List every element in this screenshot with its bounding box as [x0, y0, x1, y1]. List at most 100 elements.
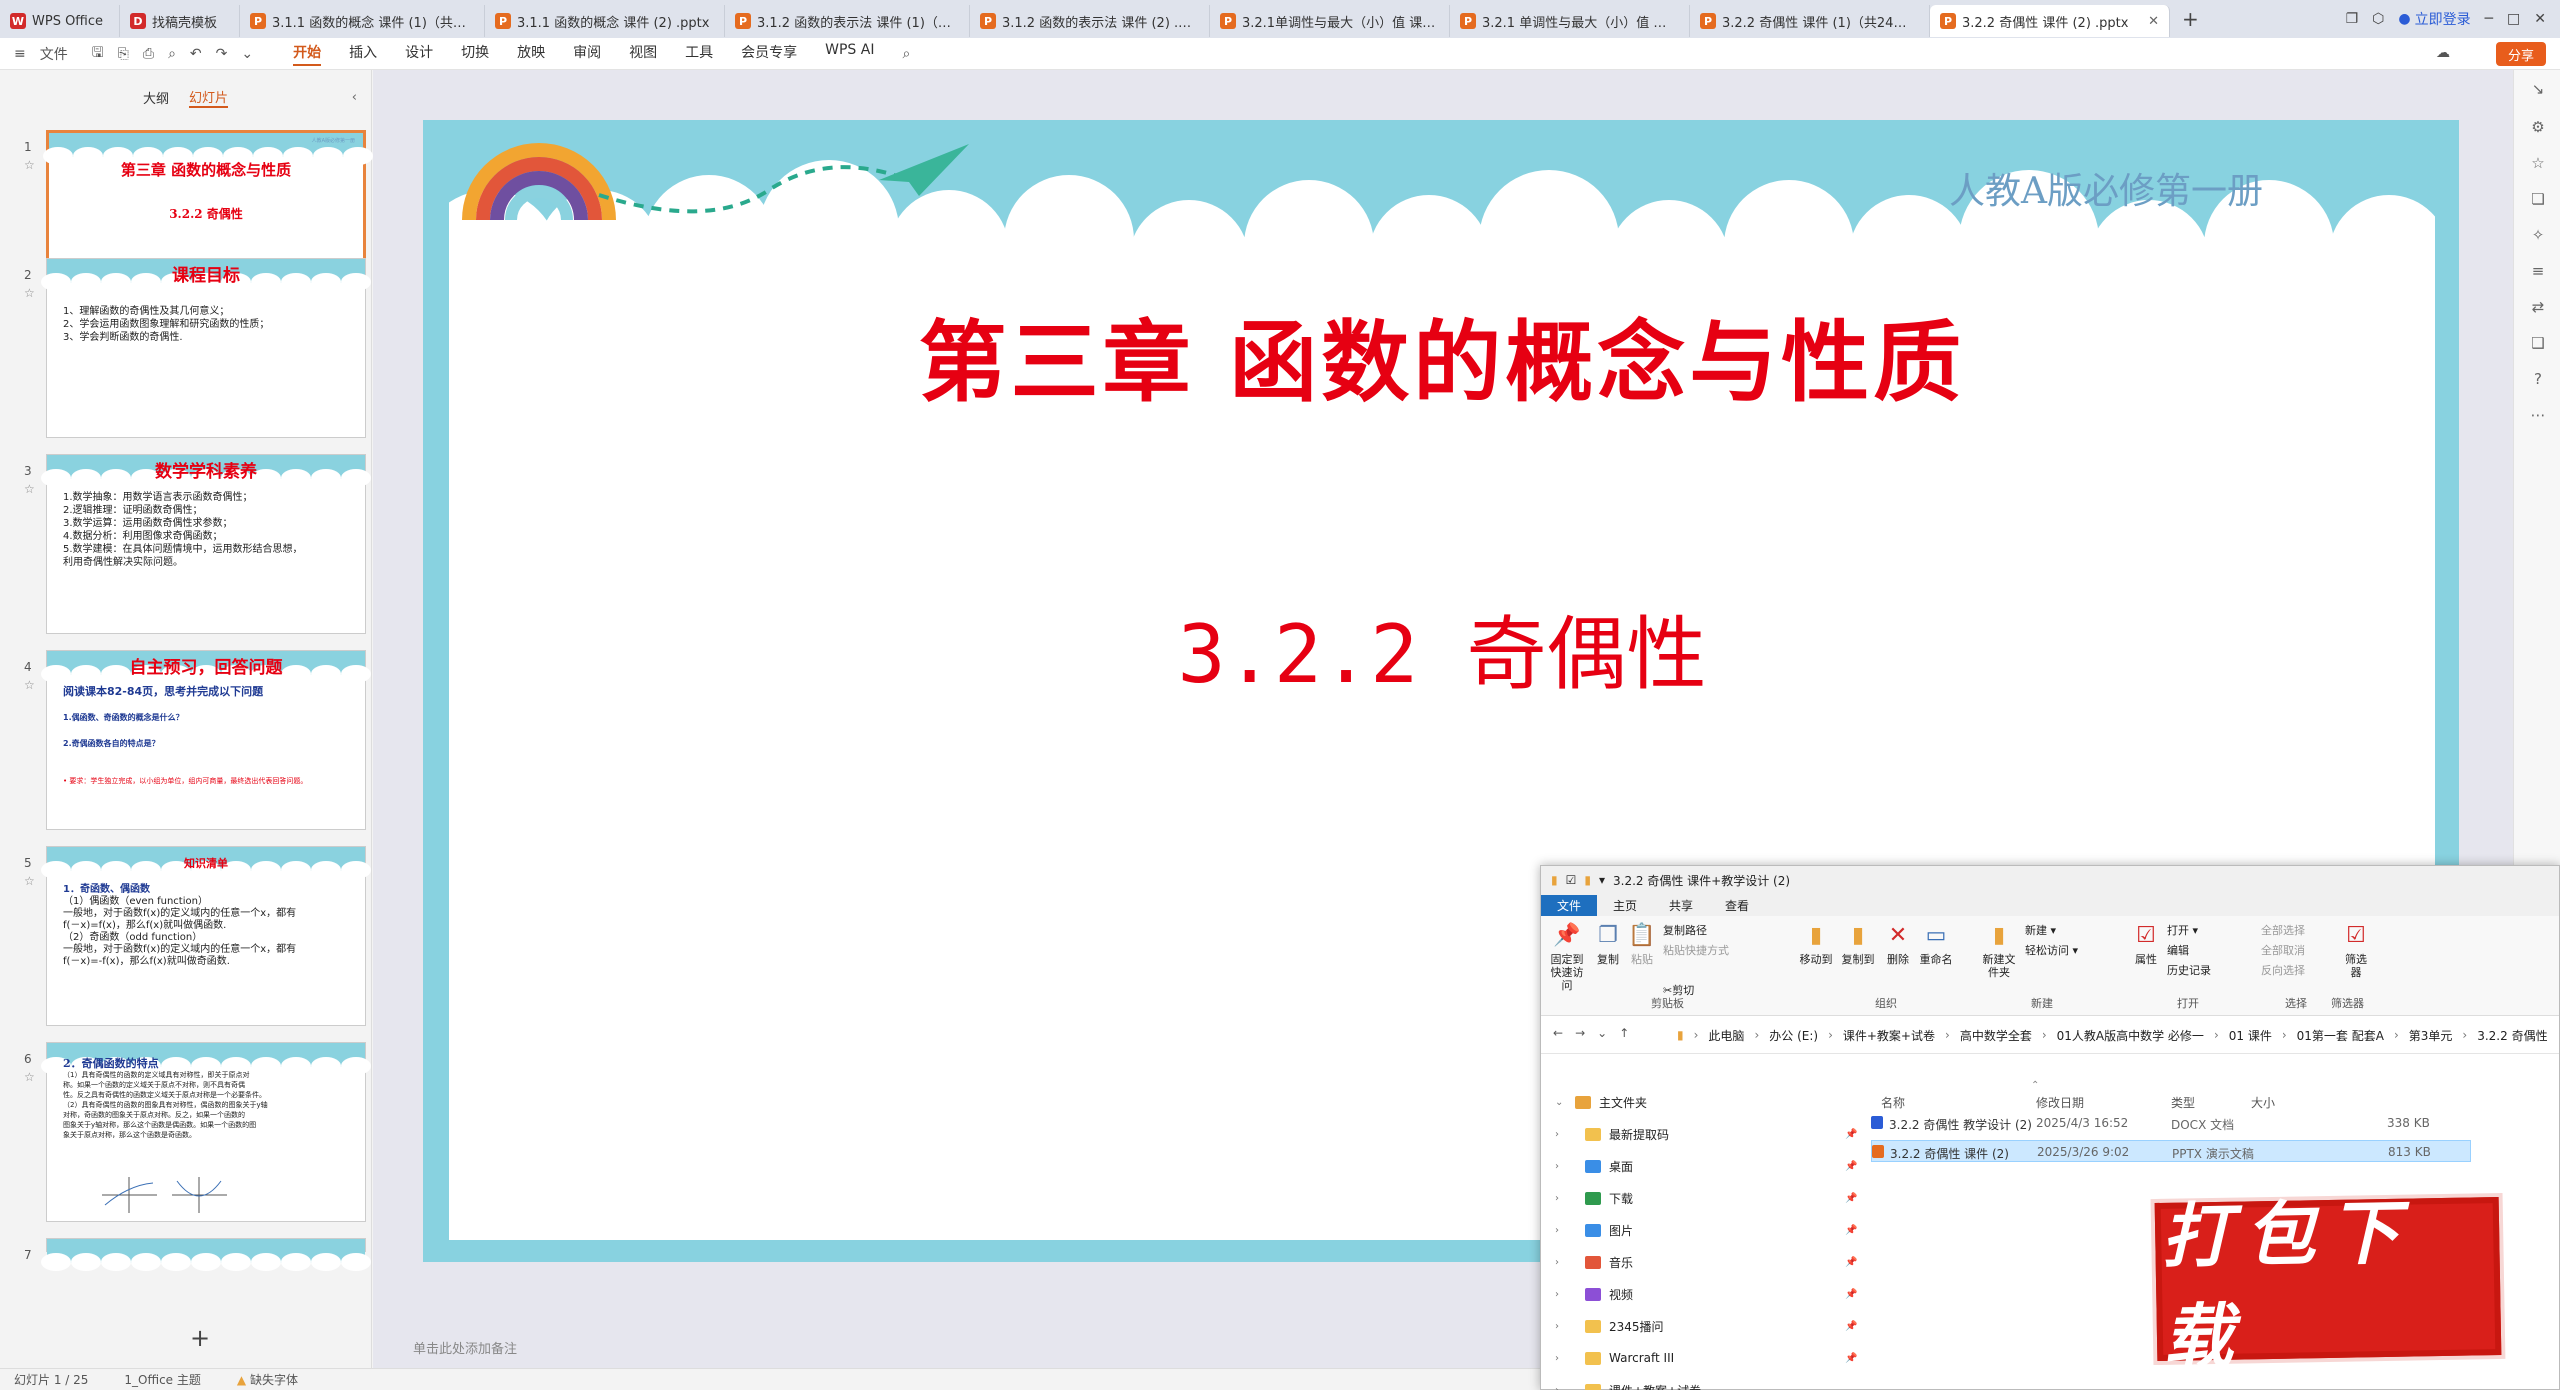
paste-shortcut-button[interactable]: 粘贴快捷方式 — [1663, 942, 1729, 958]
star-icon[interactable]: ☆ — [24, 286, 35, 300]
doc-tab[interactable]: P 3.1.1 函数的概念 课件 (1)（共35张 — [240, 5, 485, 37]
filter-button[interactable]: ☑ 筛选器 — [2341, 922, 2371, 979]
breadcrumb-segment[interactable]: 第3单元 — [2409, 1027, 2453, 1044]
missing-font[interactable]: ▲ 缺失字体 — [237, 1371, 298, 1388]
file-row[interactable]: 3.2.2 奇偶性 教学设计 (2) 2025/4/3 16:52 DOCX 文档 3… — [1871, 1112, 2471, 1134]
login-button[interactable]: ● 立即登录 — [2398, 9, 2470, 29]
breadcrumb-segment[interactable]: 办公 (E:) — [1769, 1027, 1818, 1044]
star-icon[interactable]: ☆ — [24, 158, 35, 172]
chevron-right-icon[interactable]: › — [2042, 1028, 2047, 1042]
column-name[interactable]: 名称 — [1881, 1094, 1905, 1111]
chevron-right-icon[interactable]: › — [1555, 1129, 1567, 1140]
settings-icon[interactable]: ⚙ — [2528, 118, 2548, 138]
breadcrumb-segment[interactable]: 课件+教案+试卷 — [1843, 1027, 1935, 1044]
print-icon[interactable]: ⎙ — [143, 46, 154, 62]
chevron-right-icon[interactable]: › — [1754, 1028, 1759, 1042]
ribbon-tab[interactable]: 插入 — [349, 42, 377, 66]
download-stamp[interactable]: 打包下载 — [2154, 1192, 2502, 1379]
slide-thumbnail[interactable]: 2．奇偶函数的特点 （1）具有奇偶性的函数的定义域具有对称性，即关于原点对 称。如果… — [41, 1042, 371, 1222]
rename-button[interactable]: ▭ 重命名 — [1917, 922, 1955, 966]
ribbon-tab[interactable]: 会员专享 — [741, 42, 797, 66]
column-date[interactable]: 修改日期 — [2036, 1094, 2084, 1111]
save-icon[interactable]: 🖫 — [92, 42, 104, 66]
breadcrumb[interactable]: ▮ › 此电脑 › 办公 (E:) › 课件+教案+试卷 › 高中数学全套 › 01人教A版高中数学… — [1677, 1024, 2559, 1046]
ribbon-tab[interactable]: WPS AI — [825, 42, 874, 66]
tree-item[interactable]: › 音乐 📌 — [1555, 1252, 1857, 1272]
explorer-tab[interactable]: 主页 — [1597, 895, 1653, 916]
chevron-right-icon[interactable]: › — [2462, 1028, 2467, 1042]
chevron-right-icon[interactable]: › — [2282, 1028, 2287, 1042]
ribbon-tab[interactable]: 设计 — [405, 42, 433, 66]
edit-button[interactable]: 编辑 — [2167, 942, 2189, 958]
select-all-button[interactable]: 全部选择 — [2261, 922, 2305, 938]
breadcrumb-segment[interactable]: 01人教A版高中数学 必修一 — [2057, 1027, 2204, 1044]
translate-icon[interactable]: ⇄ — [2528, 298, 2548, 318]
cloud-icon[interactable]: ☁ — [2436, 45, 2450, 61]
slide-title[interactable]: 第三章 函数的概念与性质 — [449, 292, 2435, 419]
tree-item[interactable]: › 最新提取码 📌 — [1555, 1124, 1857, 1144]
chevron-down-icon[interactable]: ▾ — [1599, 873, 1605, 887]
tree-item[interactable]: › 2345播问 📌 — [1555, 1316, 1857, 1336]
format-painter-icon[interactable]: ⌄ — [241, 46, 253, 62]
chevron-right-icon[interactable]: › — [1694, 1028, 1699, 1042]
redo-icon[interactable]: ↷ — [216, 46, 228, 62]
slide-thumbnail[interactable]: 数学学科素养 1.数学抽象：用数学语言表示函数奇偶性； 2.逻辑推理：证明函数奇偶性… — [41, 454, 371, 634]
open-button[interactable]: 打开 ▾ — [2167, 922, 2198, 938]
ribbon-tab[interactable]: 审阅 — [573, 42, 601, 66]
explorer-tab[interactable]: 文件 — [1541, 895, 1598, 916]
doc-tab[interactable]: P 3.2.1 单调性与最大（小）值 课件（2 — [1450, 5, 1690, 37]
breadcrumb-segment[interactable]: 3.2.2 奇偶性 — [2477, 1027, 2547, 1044]
magic-icon[interactable]: ✧ — [2528, 226, 2548, 246]
column-type[interactable]: 类型 — [2171, 1094, 2195, 1111]
new-item-button[interactable]: 新建 ▾ — [2025, 922, 2056, 938]
file-menu[interactable]: 文件 — [40, 44, 68, 64]
breadcrumb-segment[interactable]: 01第一套 配套A — [2297, 1027, 2384, 1044]
slide-thumbnail[interactable]: 知识清单 1．奇函数、偶函数 （1）偶函数（even function） 一般地，对于… — [41, 846, 371, 1026]
paste-button[interactable]: 📋 粘贴 — [1627, 922, 1657, 966]
sliders-icon[interactable]: ≡ — [2528, 262, 2548, 282]
slide-thumbnail[interactable]: 课程目标 1、理解函数的奇偶性及其几何意义； 2、学会运用函数图象理解和研究函数的性… — [41, 258, 371, 438]
new-folder-button[interactable]: ▮ 新建文件夹 — [1979, 922, 2019, 979]
doc-tab[interactable]: P 3.2.2 奇偶性 课件 (1)（共24张PPT） — [1690, 5, 1930, 37]
close-icon[interactable]: ✕ — [2148, 14, 2159, 29]
properties-icon[interactable]: ☑ — [1566, 873, 1577, 887]
star-icon[interactable]: ☆ — [24, 874, 35, 888]
chevron-right-icon[interactable]: › — [1555, 1353, 1567, 1364]
recent-icon[interactable]: ⌄ — [1597, 1026, 1619, 1040]
chevron-right-icon[interactable]: › — [2214, 1028, 2219, 1042]
tree-item[interactable]: › 视频 📌 — [1555, 1284, 1857, 1304]
doc-tab[interactable]: P 3.1.1 函数的概念 课件 (2) .pptx — [485, 5, 725, 37]
star-icon[interactable]: ☆ — [24, 678, 35, 692]
doc-tab[interactable]: P 3.1.2 函数的表示法 课件 (2) .pptx — [970, 5, 1210, 37]
breadcrumb-segment[interactable]: 此电脑 — [1708, 1027, 1744, 1044]
doc-tab[interactable]: D 找稿壳模板 — [120, 5, 240, 37]
slide-thumbnail[interactable]: 自主预习，回答问题 阅读课本82-84页，思考并完成以下问题 1.偶函数、奇函数的概… — [41, 650, 371, 830]
hamburger-icon[interactable]: ≡ — [14, 46, 26, 62]
notes-placeholder[interactable]: 单击此处添加备注 — [413, 1338, 517, 1357]
tree-item[interactable]: › 桌面 📌 — [1555, 1156, 1857, 1176]
doc-tab[interactable]: P 3.1.2 函数的表示法 课件 (1)（共28张 — [725, 5, 970, 37]
ribbon-tab[interactable]: 工具 — [685, 42, 713, 66]
chevron-right-icon[interactable]: › — [1555, 1225, 1567, 1236]
ribbon-tab[interactable]: 切换 — [461, 42, 489, 66]
history-button[interactable]: 历史记录 — [2167, 962, 2211, 978]
ribbon-tab[interactable]: 视图 — [629, 42, 657, 66]
tab-slides[interactable]: 幻灯片 — [189, 87, 229, 108]
help-icon[interactable]: ? — [2528, 370, 2548, 390]
book-icon[interactable]: ❑ — [2528, 334, 2548, 354]
export-icon[interactable]: ⎘ — [118, 46, 129, 62]
star-icon[interactable]: ☆ — [24, 1070, 35, 1084]
preview-icon[interactable]: ⌕ — [168, 46, 176, 62]
select-none-button[interactable]: 全部取消 — [2261, 942, 2305, 958]
explorer-tab[interactable]: 共享 — [1653, 895, 1709, 916]
collapse-panel-icon[interactable]: ‹ — [352, 90, 357, 105]
delete-button[interactable]: ✕ 删除 — [1883, 922, 1913, 966]
minimize-icon[interactable]: ─ — [2485, 11, 2493, 27]
tree-item[interactable]: ›课件+教案+试卷 — [1555, 1380, 1701, 1390]
doc-tab[interactable]: W WPS Office — [0, 5, 120, 37]
maximize-icon[interactable]: □ — [2507, 11, 2520, 27]
search-icon[interactable]: ⌕ — [902, 46, 910, 62]
star-icon[interactable]: ☆ — [2528, 154, 2548, 174]
tree-item[interactable]: › 图片 📌 — [1555, 1220, 1857, 1240]
ribbon-tab[interactable]: 放映 — [517, 42, 545, 66]
